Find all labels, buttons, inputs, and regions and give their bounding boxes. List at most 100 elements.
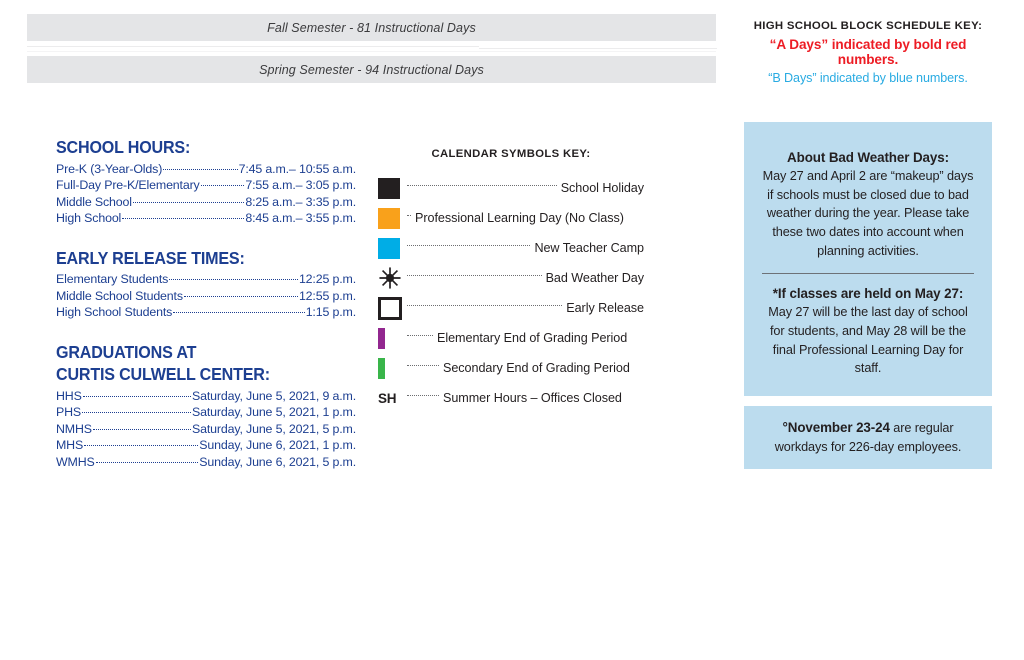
calendar-grid-hairline (27, 46, 479, 47)
key-item-school-holiday: School Holiday (378, 173, 644, 203)
row-label: NMHS (56, 421, 92, 436)
fall-semester-banner: Fall Semester - 81 Instructional Days (27, 14, 716, 41)
key-item-new-teacher-camp: New Teacher Camp (378, 233, 644, 263)
dot-leader (407, 395, 439, 396)
dot-leader (407, 365, 439, 366)
block-schedule-key: HIGH SCHOOL BLOCK SCHEDULE KEY: “A Days”… (744, 20, 992, 85)
dot-leader (407, 275, 542, 276)
info-left-column: SCHOOL HOURS: Pre-K (3-Year-Olds) 7:45 a… (56, 137, 356, 471)
school-hours-section: SCHOOL HOURS: Pre-K (3-Year-Olds) 7:45 a… (56, 137, 356, 227)
key-item-label: Bad Weather Day (545, 271, 644, 285)
row-value: 12:25 p.m. (298, 272, 356, 287)
key-item-professional-learning-day: Professional Learning Day (No Class) (378, 203, 644, 233)
row-label: Middle School (56, 194, 132, 209)
bad-weather-body-text: May 27 and April 2 are “makeup” days if … (762, 169, 974, 258)
row-value: Saturday, June 5, 2021, 5 p.m. (191, 421, 356, 436)
dot-leader (84, 445, 199, 447)
dot-leader (407, 215, 411, 216)
row-label: Pre-K (3-Year-Olds) (56, 161, 163, 176)
may-27-heading: *If classes are held on May 27: (772, 286, 964, 302)
block-schedule-a-days: “A Days” indicated by bold red numbers. (769, 37, 967, 67)
school-hours-row: Pre-K (3-Year-Olds) 7:45 a.m.– 10:55 a.m… (56, 161, 356, 178)
key-item-bad-weather-day: Bad Weather Day (378, 263, 644, 293)
early-release-row: Middle School Students 12:55 p.m. (56, 288, 356, 305)
school-hours-heading: SCHOOL HOURS: (56, 137, 191, 157)
block-schedule-key-title: HIGH SCHOOL BLOCK SCHEDULE KEY: (753, 20, 983, 32)
row-label: HHS (56, 388, 82, 403)
school-hours-row: Middle School 8:25 a.m.– 3:35 p.m. (56, 194, 356, 211)
calendar-grid-hairline (27, 51, 716, 52)
key-item-label: Elementary End of Grading Period (437, 331, 628, 345)
key-item-early-release: Early Release (378, 293, 644, 323)
row-label: Elementary Students (56, 272, 169, 287)
school-hours-row: High School 8:45 a.m.– 3:55 p.m. (56, 210, 356, 227)
dot-leader (407, 245, 531, 246)
row-value: 7:45 a.m.– 10:55 a.m. (238, 161, 357, 176)
graduations-heading-line2: CURTIS CULWELL CENTER: (56, 364, 270, 385)
row-label: Full-Day Pre-K/Elementary (56, 178, 200, 193)
row-value: 7:55 a.m.– 3:05 p.m. (245, 178, 356, 193)
graduation-row: PHS Saturday, June 5, 2021, 1 p.m. (56, 404, 356, 421)
dot-leader (95, 461, 199, 463)
key-item-label: Professional Learning Day (No Class) (415, 211, 624, 225)
school-hours-row: Full-Day Pre-K/Elementary 7:55 a.m.– 3:0… (56, 177, 356, 194)
key-item-label: New Teacher Camp (534, 241, 644, 255)
calendar-symbols-key: CALENDAR SYMBOLS KEY: School Holiday Pro… (378, 148, 644, 413)
row-label: High School Students (56, 305, 173, 320)
november-note-bold: °November 23-24 (782, 420, 890, 436)
key-item-label: Secondary End of Grading Period (443, 361, 630, 375)
dot-leader (407, 305, 563, 306)
dot-leader (82, 412, 191, 414)
elementary-grading-period-bar (378, 327, 404, 349)
dot-leader (122, 218, 245, 220)
november-note-panel: °November 23-24 are regular workdays for… (744, 406, 992, 470)
row-value: Sunday, June 6, 2021, 5 p.m. (199, 454, 356, 469)
row-value: 12:55 p.m. (298, 288, 356, 303)
graduation-row: MHS Sunday, June 6, 2021, 1 p.m. (56, 437, 356, 454)
dot-leader (407, 335, 433, 336)
graduations-section: GRADUATIONS AT CURTIS CULWELL CENTER: HH… (56, 341, 356, 471)
bad-weather-heading: About Bad Weather Days: (787, 150, 949, 165)
early-release-swatch (378, 296, 404, 320)
row-value: Saturday, June 5, 2021, 9 a.m. (191, 388, 356, 403)
early-release-heading: EARLY RELEASE TIMES: (56, 247, 245, 268)
row-label: Middle School Students (56, 288, 183, 303)
bad-weather-panel: About Bad Weather Days: May 27 and April… (744, 122, 992, 397)
info-right-column: HIGH SCHOOL BLOCK SCHEDULE KEY: “A Days”… (744, 20, 992, 470)
calendar-grid-hairline (479, 48, 717, 49)
early-release-section: EARLY RELEASE TIMES: Elementary Students… (56, 247, 356, 321)
summer-hours-abbrev: SH (378, 390, 397, 406)
secondary-grading-period-bar (378, 357, 404, 379)
dot-leader (173, 312, 305, 314)
dot-leader (407, 185, 557, 186)
dot-leader (163, 168, 238, 170)
row-value: Sunday, June 6, 2021, 1 p.m. (199, 438, 356, 453)
block-schedule-b-days: “B Days” indicated by blue numbers. (768, 71, 968, 85)
row-value: 1:15 p.m. (305, 305, 356, 320)
may-27-body-text: May 27 will be the last day of school fo… (768, 305, 968, 376)
school-holiday-swatch (378, 177, 404, 199)
summer-hours-label: SH (378, 387, 404, 409)
spring-semester-label: Spring Semester - 94 Instructional Days (259, 62, 484, 77)
early-release-row: High School Students 1:15 p.m. (56, 304, 356, 321)
bad-weather-panel-body: About Bad Weather Days: May 27 and April… (744, 122, 992, 397)
new-teacher-camp-swatch (378, 237, 404, 259)
row-value: Saturday, June 5, 2021, 1 p.m. (191, 405, 356, 420)
panel-divider (762, 273, 974, 275)
key-item-summer-hours: SH Summer Hours – Offices Closed (378, 383, 644, 413)
key-item-elementary-grading-period: Elementary End of Grading Period (378, 323, 644, 353)
dot-leader (183, 295, 298, 297)
dot-leader (92, 428, 191, 430)
row-value: 8:45 a.m.– 3:55 p.m. (245, 211, 356, 226)
row-label: High School (56, 211, 122, 226)
graduation-row: WMHS Sunday, June 6, 2021, 5 p.m. (56, 454, 356, 471)
key-item-label: School Holiday (560, 181, 644, 195)
calendar-symbols-key-title: CALENDAR SYMBOLS KEY: (431, 148, 591, 160)
dot-leader (82, 395, 191, 397)
row-label: PHS (56, 405, 82, 420)
key-item-label: Summer Hours – Offices Closed (443, 391, 622, 405)
graduations-heading-line1: GRADUATIONS AT (56, 341, 197, 362)
graduation-row: NMHS Saturday, June 5, 2021, 5 p.m. (56, 421, 356, 438)
